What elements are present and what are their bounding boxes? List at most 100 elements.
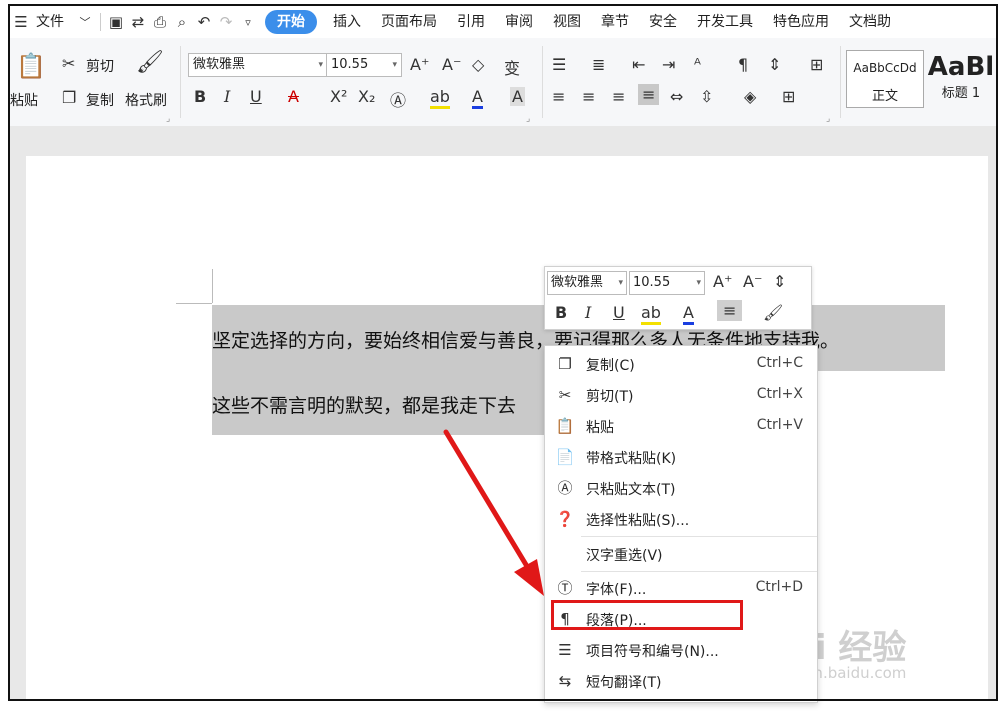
menu-item-paste-special[interactable]: ❓ 选择性粘贴(S)...: [545, 503, 817, 534]
tab-view[interactable]: 视图: [543, 6, 591, 38]
underline-icon[interactable]: U: [250, 87, 262, 106]
text-effect-icon[interactable]: Ⓐ: [390, 87, 406, 111]
highlight-icon[interactable]: ab: [641, 303, 661, 325]
menu-item-font[interactable]: Ⓣ 字体(F)... Ctrl+D: [545, 572, 817, 603]
chevron-down-icon: ▾: [696, 278, 701, 288]
sort-icon[interactable]: ᴬ: [694, 55, 701, 74]
borders-icon[interactable]: ⊞: [782, 87, 795, 106]
style-normal[interactable]: AaBbCcDd 正文: [846, 50, 924, 108]
menu-item-shortcut: Ctrl+C: [756, 355, 803, 371]
line-spacing-icon[interactable]: ⇕: [773, 272, 786, 291]
menu-item-paste-format[interactable]: 📄 带格式粘贴(K): [545, 441, 817, 472]
tab-features[interactable]: 特色应用: [763, 6, 839, 38]
format-painter-icon[interactable]: 🖌: [136, 50, 164, 75]
table-icon[interactable]: ⊞: [810, 55, 823, 74]
menu-item-translate[interactable]: ⇆ 短句翻译(T): [545, 665, 817, 696]
paste-button[interactable]: 粘贴: [10, 90, 38, 110]
dialog-launcher-icon[interactable]: ⌟: [526, 114, 530, 124]
print-icon[interactable]: ⎙: [149, 6, 171, 38]
mini-size-select[interactable]: 10.55 ▾: [629, 271, 705, 295]
menu-item-cut[interactable]: ✂ 剪切(T) Ctrl+X: [545, 379, 817, 410]
tab-references[interactable]: 引用: [447, 6, 495, 38]
menu-item-reselect[interactable]: 汉字重选(V): [545, 538, 817, 569]
style-heading1-label: 标题 1: [941, 86, 981, 101]
menu-item-label: 汉字重选(V): [586, 548, 663, 564]
redo-icon[interactable]: ↷: [215, 6, 237, 38]
customize-icon[interactable]: ▿: [237, 6, 259, 38]
phonetic-guide-icon[interactable]: 变: [504, 55, 520, 79]
divider: [100, 13, 101, 31]
divider: [180, 46, 181, 118]
font-color-icon[interactable]: A: [683, 303, 694, 325]
italic-icon[interactable]: I: [585, 303, 591, 322]
align-icon[interactable]: ≡: [717, 300, 743, 321]
menu-item-shortcut: Ctrl+X: [756, 386, 803, 402]
increase-indent-icon[interactable]: ⇥: [662, 55, 675, 74]
tab-sections[interactable]: 章节: [591, 6, 639, 38]
export-icon[interactable]: ⇄: [127, 6, 149, 38]
chevron-down-icon: ▾: [318, 60, 323, 70]
distribute-icon[interactable]: ⇔: [670, 87, 683, 106]
bold-icon[interactable]: B: [194, 87, 206, 106]
copy-button[interactable]: 复制: [86, 90, 114, 110]
align-right-icon[interactable]: ≡: [612, 87, 625, 106]
highlight-icon[interactable]: ab: [430, 87, 450, 109]
shrink-font-icon[interactable]: A⁻: [442, 55, 461, 74]
tab-developer[interactable]: 开发工具: [687, 6, 763, 38]
print-preview-icon[interactable]: ⌕: [171, 6, 193, 38]
bullets-icon[interactable]: ☰: [552, 55, 566, 74]
justify-icon[interactable]: ≡: [638, 84, 660, 105]
copy-icon[interactable]: ❐: [62, 88, 76, 107]
tab-insert[interactable]: 插入: [323, 6, 371, 38]
paragraph-spacing-icon[interactable]: ⇳: [700, 87, 713, 106]
font-name-select[interactable]: 微软雅黑 ▾: [188, 53, 328, 77]
font-size-select[interactable]: 10.55 ▾: [326, 53, 402, 77]
scissors-icon[interactable]: ✂: [62, 54, 75, 73]
numbering-icon[interactable]: ≣: [592, 55, 605, 74]
subscript-icon[interactable]: X₂: [358, 87, 375, 106]
tab-review[interactable]: 审阅: [495, 6, 543, 38]
document-paragraph-2[interactable]: 这些不需言明的默契，都是我走下去: [212, 391, 516, 418]
bold-icon[interactable]: B: [555, 303, 567, 322]
cut-button[interactable]: 剪切: [86, 56, 114, 76]
menu-item-copy[interactable]: ❐ 复制(C) Ctrl+C: [545, 348, 817, 379]
menu-item-bullets[interactable]: ☰ 项目符号和编号(N)...: [545, 634, 817, 665]
strikethrough-icon[interactable]: A: [288, 87, 299, 106]
menu-file[interactable]: 文件: [32, 6, 74, 38]
tab-security[interactable]: 安全: [639, 6, 687, 38]
decrease-indent-icon[interactable]: ⇤: [632, 55, 645, 74]
grow-font-icon[interactable]: A⁺: [410, 55, 429, 74]
format-painter-button[interactable]: 格式刷: [125, 90, 167, 110]
show-marks-icon[interactable]: ¶: [738, 55, 748, 74]
format-painter-icon[interactable]: 🖌: [763, 303, 783, 322]
paste-format-icon: 📄: [555, 448, 575, 466]
tab-home[interactable]: 开始: [265, 10, 317, 34]
scissors-icon: ✂: [558, 386, 572, 404]
context-menu: ❐ 复制(C) Ctrl+C ✂ 剪切(T) Ctrl+X 📋 粘贴 Ctrl+…: [544, 345, 818, 703]
shrink-font-icon[interactable]: A⁻: [743, 272, 762, 291]
char-shading-icon[interactable]: A: [510, 87, 525, 106]
align-left-icon[interactable]: ≡: [552, 87, 565, 106]
hamburger-icon[interactable]: ☰: [10, 6, 32, 38]
undo-icon[interactable]: ↶: [193, 6, 215, 38]
paste-icon[interactable]: 📋: [16, 52, 46, 80]
shading-icon[interactable]: ◈: [744, 87, 756, 106]
superscript-icon[interactable]: X²: [330, 87, 347, 106]
style-heading1[interactable]: AaBl 标题 1: [924, 50, 998, 108]
menu-item-paste[interactable]: 📋 粘贴 Ctrl+V: [545, 410, 817, 441]
tab-page-layout[interactable]: 页面布局: [371, 6, 447, 38]
line-spacing-icon[interactable]: ⇕: [768, 55, 781, 74]
clear-format-icon[interactable]: ◇: [472, 55, 484, 74]
tab-doc-assistant[interactable]: 文档助: [839, 6, 901, 38]
dialog-launcher-icon[interactable]: ⌟: [826, 114, 830, 124]
menu-item-paste-text[interactable]: Ⓐ 只粘贴文本(T): [545, 472, 817, 503]
chevron-down-icon[interactable]: ﹀: [74, 6, 96, 38]
save-icon[interactable]: ▣: [105, 6, 127, 38]
underline-icon[interactable]: U: [613, 303, 625, 322]
dialog-launcher-icon[interactable]: ⌟: [166, 114, 170, 124]
align-center-icon[interactable]: ≡: [582, 87, 595, 106]
mini-font-select[interactable]: 微软雅黑 ▾: [547, 271, 627, 295]
font-color-icon[interactable]: A: [472, 87, 483, 109]
grow-font-icon[interactable]: A⁺: [713, 272, 732, 291]
italic-icon[interactable]: I: [224, 87, 230, 106]
